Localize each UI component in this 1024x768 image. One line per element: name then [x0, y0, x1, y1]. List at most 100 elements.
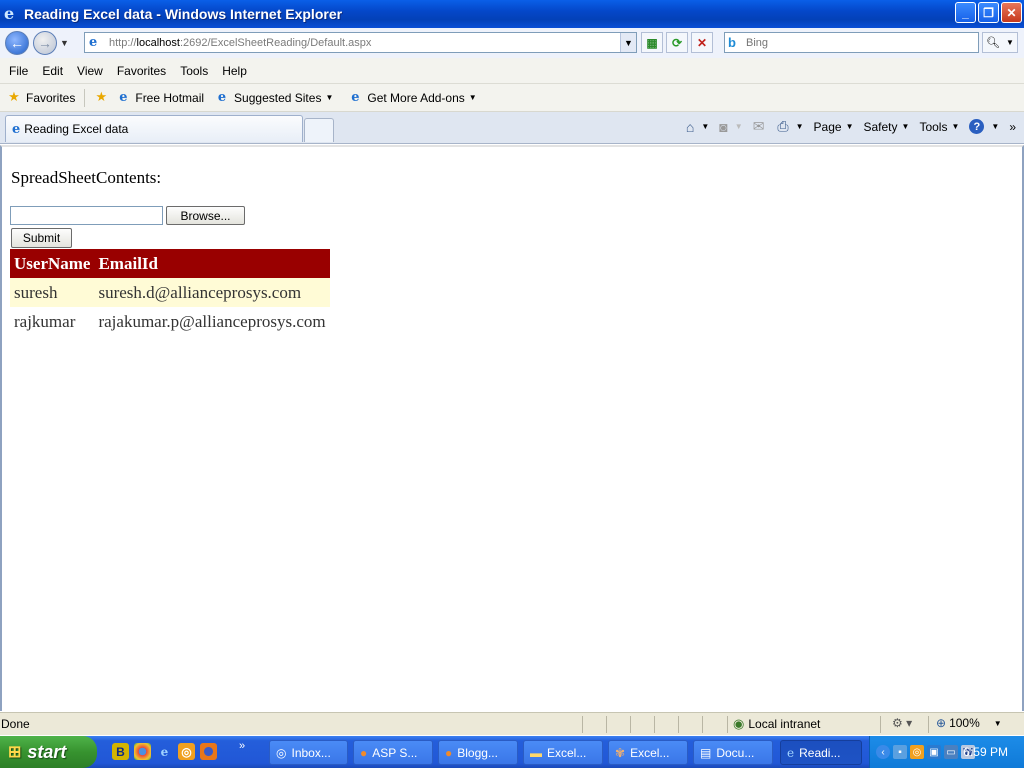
search-icon: 🔍︎ — [986, 37, 1000, 49]
status-divider — [654, 716, 655, 733]
tab-label: Reading Excel data — [24, 122, 129, 136]
taskbar-button-inbox[interactable]: ◎ Inbox... — [269, 740, 348, 765]
page-menu-button[interactable]: Page ▼ — [814, 120, 854, 134]
page-content: SpreadSheetContents: Browse... Submit Us… — [0, 145, 1024, 711]
chevron-down-icon: ▼ — [325, 93, 334, 102]
file-path-input[interactable] — [10, 206, 163, 225]
recent-pages-dropdown-icon[interactable]: ▼ — [60, 38, 69, 48]
close-button[interactable]: ✕ — [1001, 2, 1022, 23]
tab-reading-excel-data[interactable]: e Reading Excel data — [5, 115, 303, 142]
table-row: rajkumar rajakumar.p@allianceprosys.com — [10, 307, 330, 336]
taskbar-button-label: Blogg... — [457, 745, 498, 760]
taskbar-button-blogger[interactable]: ● Blogg... — [438, 740, 518, 765]
restore-button[interactable]: ❐ — [978, 2, 999, 23]
word-doc-icon: ▤ — [700, 745, 712, 760]
help-menu-button[interactable]: ? ▼ — [969, 119, 999, 134]
zone-label: Local intranet — [748, 717, 821, 731]
cell-username: rajkumar — [14, 311, 76, 331]
ie-page-icon: e — [119, 90, 128, 105]
submit-button[interactable]: Submit — [11, 228, 72, 248]
search-go-button[interactable]: 🔍︎ ▼ — [982, 32, 1018, 53]
chevron-down-icon: ▼ — [701, 122, 710, 131]
window-controls: _ ❐ ✕ — [955, 2, 1022, 23]
taskbar-more-icon[interactable]: » — [239, 740, 245, 752]
protected-mode-icon[interactable]: ⚙ ▾ — [892, 716, 912, 730]
page-heading: SpreadSheetContents: — [11, 168, 162, 187]
print-button[interactable]: ⎙ ▼ — [777, 118, 803, 135]
new-tab-button[interactable] — [304, 118, 334, 142]
minimize-button[interactable]: _ — [955, 2, 976, 23]
ie-page-icon: e — [217, 90, 227, 105]
cell-username: suresh — [10, 278, 95, 307]
internet-explorer-icon[interactable]: e — [156, 743, 173, 760]
menu-help[interactable]: Help — [222, 64, 247, 78]
status-bar: Done ◉ Local intranet ⚙ ▾ ⊕ 100% ▼ — [0, 712, 1024, 735]
search-options-dropdown-icon[interactable]: ▼ — [1006, 38, 1014, 47]
firefox-icon[interactable] — [200, 743, 217, 760]
menu-file[interactable]: File — [9, 64, 28, 78]
url-dropdown-icon[interactable]: ▼ — [620, 33, 636, 52]
more-commands-button[interactable]: » — [1009, 120, 1016, 134]
stop-icon[interactable]: ✕ — [691, 32, 713, 53]
tools-menu-label: Tools — [919, 119, 948, 134]
safety-menu-button[interactable]: Safety ▼ — [864, 120, 910, 134]
url-field[interactable]: e http://localhost:2692/ExcelSheetReadin… — [84, 32, 637, 53]
tray-expand-icon[interactable]: ‹ — [876, 745, 890, 759]
search-box[interactable]: b — [724, 32, 979, 53]
taskbar-button-excel[interactable]: ✾ Excel... — [608, 740, 688, 765]
add-favorite-icon: ★ — [95, 90, 108, 105]
status-divider — [678, 716, 679, 733]
fav-link-suggested-sites[interactable]: e Suggested Sites ▼ — [214, 90, 333, 106]
search-input[interactable] — [746, 36, 966, 49]
zoom-control[interactable]: ⊕ 100% ▼ — [936, 716, 1002, 730]
quicklaunch-b-icon[interactable]: B — [112, 743, 129, 760]
tray-security-icon[interactable]: ▣ — [927, 745, 941, 759]
status-text: Done — [1, 717, 30, 731]
read-mail-button[interactable]: ✉ — [753, 118, 768, 135]
favorites-button[interactable]: ★ Favorites — [6, 90, 75, 106]
menu-tools[interactable]: Tools — [180, 64, 208, 78]
start-label: start — [27, 741, 67, 762]
taskbar-button-reading-excel[interactable]: e Readi... — [780, 740, 862, 765]
back-button[interactable]: ← — [5, 31, 29, 55]
fav-link-free-hotmail[interactable]: e Free Hotmail — [115, 90, 204, 106]
status-divider — [582, 716, 583, 733]
window-title: Reading Excel data - Windows Internet Ex… — [24, 6, 343, 22]
zoom-level: 100% — [949, 716, 980, 730]
taskbar-button-excel-folder[interactable]: ▬ Excel... — [523, 740, 603, 765]
menu-favorites[interactable]: Favorites — [117, 64, 166, 78]
fav-link-label: Free Hotmail — [135, 90, 205, 105]
tray-outlook-icon[interactable]: ◎ — [910, 745, 924, 759]
home-button[interactable]: ⌂ ▼ — [686, 119, 709, 135]
compatibility-view-icon[interactable]: ▦ — [641, 32, 663, 53]
outlook-icon[interactable]: ◎ — [178, 743, 195, 760]
start-button[interactable]: ⊞ start — [0, 736, 97, 768]
menu-bar: File Edit View Favorites Tools Help — [0, 58, 1024, 84]
fav-link-label: Suggested Sites — [234, 90, 322, 105]
taskbar-button-document[interactable]: ▤ Docu... — [693, 740, 773, 765]
status-divider — [606, 716, 607, 733]
menu-view[interactable]: View — [77, 64, 103, 78]
ie-logo-icon: e — [4, 4, 15, 23]
system-tray: ‹ ▪ ◎ ▣ ▭ W 6:59 PM — [869, 736, 1024, 768]
menu-edit[interactable]: Edit — [42, 64, 63, 78]
security-zone[interactable]: ◉ Local intranet — [733, 716, 820, 732]
refresh-icon[interactable]: ⟳ — [666, 32, 688, 53]
forward-button[interactable]: → — [33, 31, 57, 55]
fav-link-get-more-addons[interactable]: e Get More Add-ons ▼ — [347, 90, 476, 106]
tools-menu-button[interactable]: Tools ▼ — [919, 120, 959, 134]
cell-emailid: rajakumar.p@allianceprosys.com — [98, 311, 326, 331]
mail-icon: ✉ — [752, 118, 765, 134]
tray-monitor-icon[interactable]: ▭ — [944, 745, 958, 759]
zoom-icon: ⊕ — [936, 716, 947, 730]
taskbar-button-asp[interactable]: ● ASP S... — [353, 740, 433, 765]
feeds-button[interactable]: ◙ ▼ — [719, 119, 742, 135]
add-to-favorites-bar-button[interactable]: ★ — [93, 90, 113, 106]
tray-network-icon[interactable]: ▪ — [893, 745, 907, 759]
chrome-icon[interactable] — [134, 743, 151, 760]
status-divider — [880, 716, 881, 733]
browse-button[interactable]: Browse... — [166, 206, 245, 225]
clock[interactable]: 6:59 PM — [963, 745, 1008, 759]
chevron-down-icon: ▼ — [468, 93, 477, 102]
favorites-divider — [84, 88, 86, 107]
